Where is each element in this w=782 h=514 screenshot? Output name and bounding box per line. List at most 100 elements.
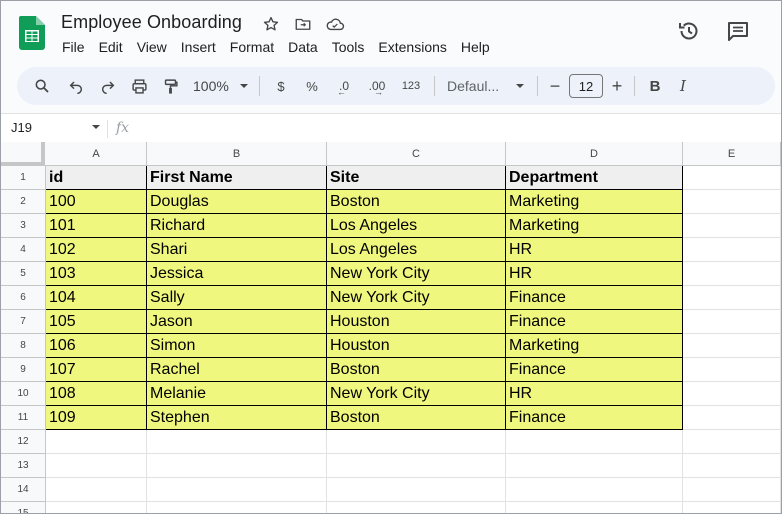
empty-cell[interactable] <box>683 382 781 406</box>
data-cell[interactable]: Finance <box>506 286 683 310</box>
data-cell[interactable]: 105 <box>46 310 147 334</box>
data-cell[interactable]: 108 <box>46 382 147 406</box>
select-all-corner[interactable] <box>1 142 45 166</box>
row-header-9[interactable]: 9 <box>1 358 46 382</box>
header-cell[interactable]: First Name <box>147 166 327 190</box>
data-cell[interactable]: 102 <box>46 238 147 262</box>
empty-cell[interactable] <box>506 454 683 478</box>
empty-cell[interactable] <box>147 502 327 513</box>
empty-cell[interactable] <box>327 454 506 478</box>
star-icon[interactable] <box>259 13 283 35</box>
percent-format-button[interactable]: % <box>296 72 328 100</box>
undo-icon[interactable] <box>59 72 93 100</box>
empty-cell[interactable] <box>46 454 147 478</box>
comments-icon[interactable] <box>724 17 752 45</box>
sheets-logo-icon[interactable] <box>19 16 45 50</box>
data-cell[interactable]: 101 <box>46 214 147 238</box>
menu-edit[interactable]: Edit <box>92 38 130 56</box>
data-cell[interactable]: Shari <box>147 238 327 262</box>
data-cell[interactable]: New York City <box>327 286 506 310</box>
paint-format-icon[interactable] <box>155 72 185 100</box>
empty-cell[interactable] <box>683 214 781 238</box>
document-title[interactable]: Employee Onboarding <box>61 12 242 33</box>
empty-cell[interactable] <box>683 430 781 454</box>
decrease-font-size-button[interactable]: − <box>544 72 566 100</box>
data-cell[interactable]: New York City <box>327 262 506 286</box>
empty-cell[interactable] <box>683 238 781 262</box>
bold-button[interactable]: B <box>641 72 669 100</box>
data-cell[interactable]: 107 <box>46 358 147 382</box>
column-header-e[interactable]: E <box>683 142 781 166</box>
decrease-decimal-button[interactable]: .0 ← <box>328 72 360 100</box>
empty-cell[interactable] <box>46 502 147 513</box>
italic-button[interactable]: I <box>669 72 697 100</box>
empty-cell[interactable] <box>147 478 327 502</box>
data-cell[interactable]: Sally <box>147 286 327 310</box>
version-history-icon[interactable] <box>675 17 703 45</box>
empty-cell[interactable] <box>683 478 781 502</box>
data-cell[interactable]: 103 <box>46 262 147 286</box>
data-cell[interactable]: Boston <box>327 406 506 430</box>
column-header-c[interactable]: C <box>327 142 506 166</box>
data-cell[interactable]: 109 <box>46 406 147 430</box>
empty-cell[interactable] <box>506 430 683 454</box>
row-header-3[interactable]: 3 <box>1 214 46 238</box>
row-header-14[interactable]: 14 <box>1 478 46 502</box>
empty-cell[interactable] <box>327 430 506 454</box>
menu-insert[interactable]: Insert <box>174 38 223 56</box>
data-cell[interactable]: 104 <box>46 286 147 310</box>
zoom-select[interactable]: 100% <box>185 72 253 100</box>
cloud-status-icon[interactable] <box>323 13 347 35</box>
data-cell[interactable]: 106 <box>46 334 147 358</box>
empty-cell[interactable] <box>506 502 683 513</box>
currency-format-button[interactable]: $ <box>266 72 296 100</box>
header-cell[interactable]: id <box>46 166 147 190</box>
row-header-13[interactable]: 13 <box>1 454 46 478</box>
row-header-12[interactable]: 12 <box>1 430 46 454</box>
empty-cell[interactable] <box>327 478 506 502</box>
data-cell[interactable]: Boston <box>327 358 506 382</box>
empty-cell[interactable] <box>683 262 781 286</box>
empty-cell[interactable] <box>683 166 781 190</box>
data-cell[interactable]: Richard <box>147 214 327 238</box>
row-header-8[interactable]: 8 <box>1 334 46 358</box>
font-size-input[interactable]: 12 <box>569 74 603 98</box>
data-cell[interactable]: Jessica <box>147 262 327 286</box>
empty-cell[interactable] <box>683 358 781 382</box>
data-cell[interactable]: Melanie <box>147 382 327 406</box>
empty-cell[interactable] <box>683 310 781 334</box>
font-family-select[interactable]: Defaul... <box>441 72 531 100</box>
column-header-b[interactable]: B <box>147 142 327 166</box>
increase-font-size-button[interactable]: + <box>606 72 628 100</box>
menu-help[interactable]: Help <box>454 38 497 56</box>
empty-cell[interactable] <box>683 286 781 310</box>
data-cell[interactable]: Finance <box>506 310 683 334</box>
empty-cell[interactable] <box>46 430 147 454</box>
menu-tools[interactable]: Tools <box>325 38 372 56</box>
print-icon[interactable] <box>123 72 155 100</box>
column-header-d[interactable]: D <box>506 142 683 166</box>
menu-format[interactable]: Format <box>223 38 281 56</box>
data-cell[interactable]: Finance <box>506 406 683 430</box>
header-cell[interactable]: Department <box>506 166 683 190</box>
data-cell[interactable]: Jason <box>147 310 327 334</box>
data-cell[interactable]: HR <box>506 382 683 406</box>
empty-cell[interactable] <box>683 454 781 478</box>
name-box[interactable]: J19 <box>11 120 101 135</box>
empty-cell[interactable] <box>327 502 506 513</box>
empty-cell[interactable] <box>683 502 781 513</box>
data-cell[interactable]: Houston <box>327 310 506 334</box>
menu-file[interactable]: File <box>55 38 92 56</box>
menu-data[interactable]: Data <box>281 38 325 56</box>
empty-cell[interactable] <box>147 454 327 478</box>
data-cell[interactable]: New York City <box>327 382 506 406</box>
column-header-a[interactable]: A <box>46 142 147 166</box>
number-format-button[interactable]: 123 <box>394 72 428 100</box>
empty-cell[interactable] <box>147 430 327 454</box>
row-header-15[interactable]: 15 <box>1 502 46 513</box>
data-cell[interactable]: Marketing <box>506 190 683 214</box>
row-header-10[interactable]: 10 <box>1 382 46 406</box>
empty-cell[interactable] <box>683 334 781 358</box>
empty-cell[interactable] <box>46 478 147 502</box>
data-cell[interactable]: Simon <box>147 334 327 358</box>
